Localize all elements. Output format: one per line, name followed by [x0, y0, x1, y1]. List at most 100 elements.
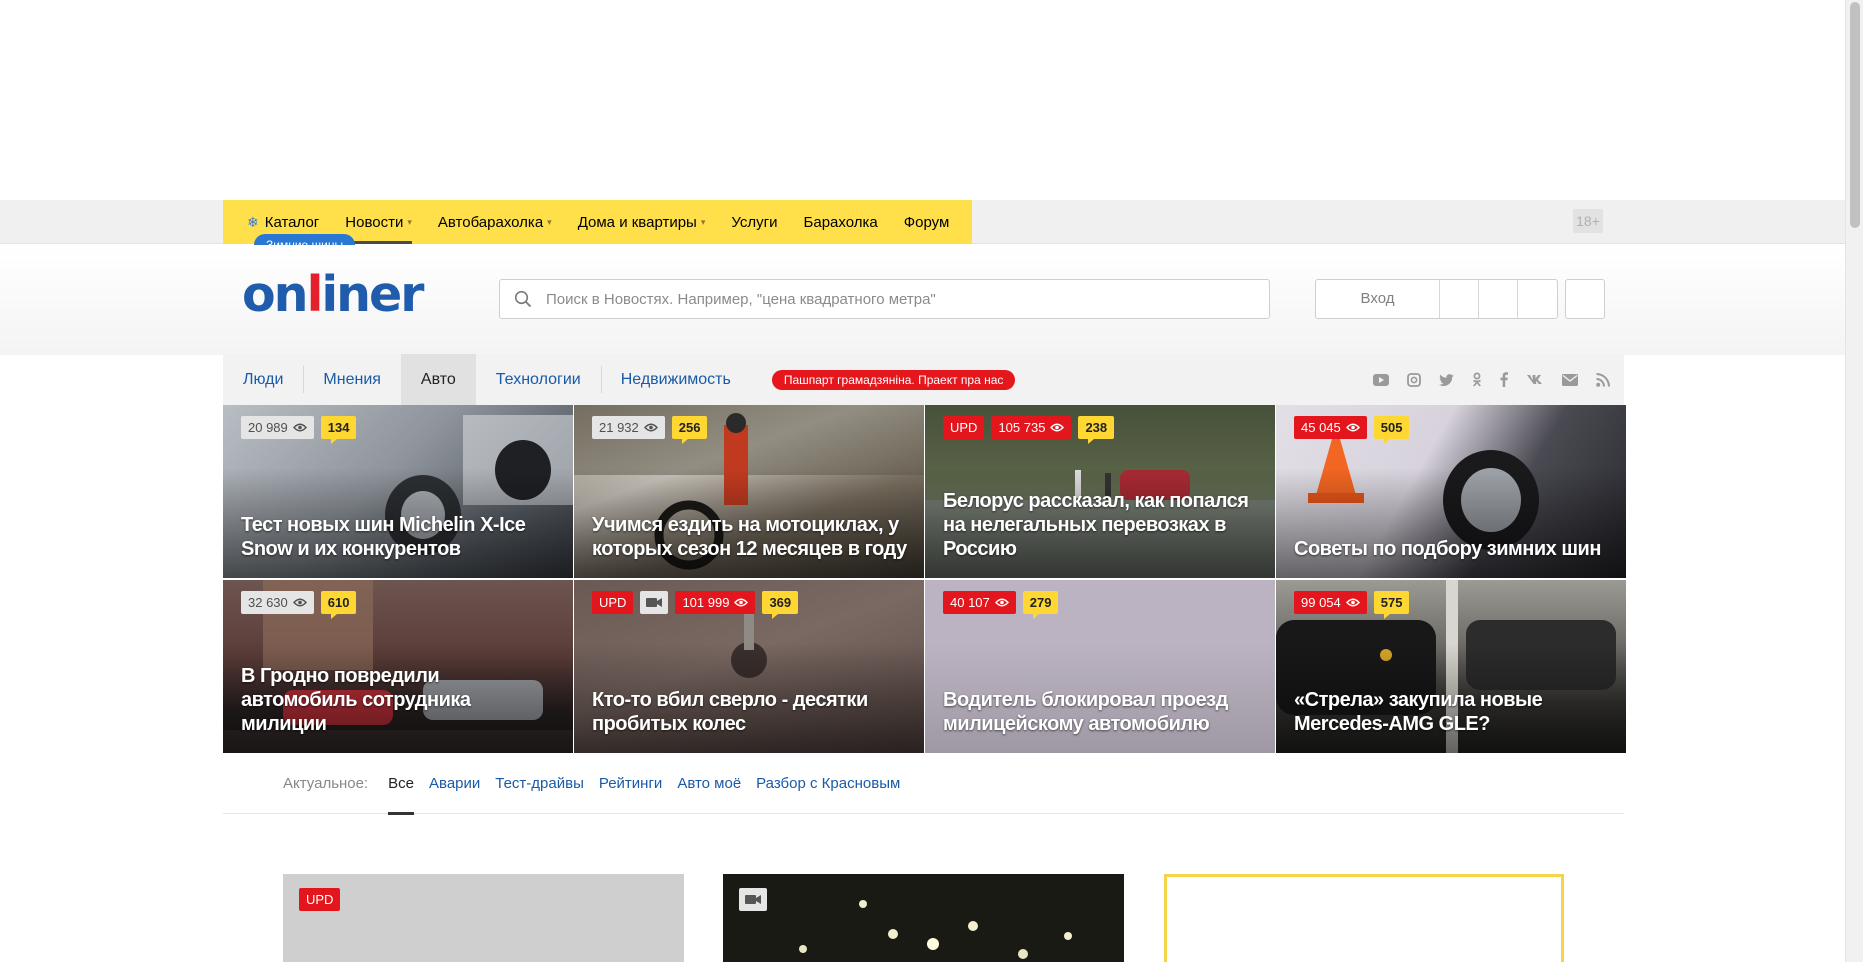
nav-item-services[interactable]: Услуги [731, 200, 777, 244]
topic-link-krasnov[interactable]: Разбор с Красновым [756, 754, 900, 814]
tile-badges: 40 107 279 [943, 591, 1065, 619]
eye-icon [292, 423, 307, 432]
page-scrollbar[interactable] [1845, 0, 1863, 962]
nav-item-autobaraholka[interactable]: Автобарахолка ▾ [438, 200, 552, 244]
instagram-icon[interactable] [1407, 372, 1421, 387]
nav-item-label: Услуги [731, 213, 778, 231]
scrollbar-thumb[interactable] [1850, 2, 1860, 228]
tab-people[interactable]: Люди [223, 354, 303, 405]
video-camera-icon [745, 895, 761, 904]
search-box[interactable] [499, 279, 1270, 319]
eye-icon [1050, 423, 1065, 432]
views-count: 40 107 [950, 595, 990, 610]
tile-shade [1276, 468, 1626, 578]
views-count: 101 999 [682, 595, 730, 610]
odnoklassniki-icon[interactable] [1472, 372, 1482, 387]
tab-tech[interactable]: Технологии [476, 354, 601, 405]
vk-icon[interactable] [1526, 374, 1544, 385]
nav-item-label: Дома и квартиры [577, 213, 697, 231]
news-tile[interactable]: 32 630 610 В Гродно повредили автомобиль… [223, 580, 573, 753]
tile-badges: 99 054 575 [1294, 591, 1416, 619]
nav-item-forum[interactable]: Форум [904, 200, 950, 244]
chevron-down-icon: ▾ [547, 216, 552, 227]
views-count: 21 932 [599, 420, 639, 435]
youtube-icon[interactable] [1373, 373, 1389, 386]
video-badge [640, 591, 669, 614]
comments-badge: 134 [320, 416, 357, 444]
topic-link-accidents[interactable]: Аварии [429, 754, 480, 814]
tab-auto[interactable]: Авто [400, 354, 476, 405]
nav-item-baraholka[interactable]: Барахолка [804, 200, 878, 244]
login-button[interactable]: Вход [1316, 280, 1440, 318]
tile-title: Тест новых шин Michelin X-Ice Snow и их … [241, 514, 526, 560]
search-icon [500, 290, 546, 308]
mail-icon[interactable] [1562, 373, 1578, 386]
tab-opinions[interactable]: Мнения [303, 354, 401, 405]
views-badge: 45 045 [1294, 416, 1367, 439]
news-tile[interactable]: 20 989 134 Тест новых шин Michelin X-Ice… [223, 405, 573, 578]
nav-item-news[interactable]: Новости ▾ [345, 200, 412, 244]
rss-icon[interactable] [1596, 372, 1610, 387]
upd-badge: UPD [943, 416, 985, 439]
upd-badge: UPD [592, 591, 634, 614]
tile-title: «Стрела» закупила новые Mercedes-AMG GLE… [1294, 689, 1543, 735]
tile-badges: 45 045 505 [1294, 416, 1416, 444]
social-links [1355, 372, 1610, 387]
views-badge: 21 932 [592, 416, 665, 439]
social-login-button[interactable] [1440, 280, 1479, 318]
comments-badge: 610 [320, 591, 357, 619]
promo-badge[interactable]: Пашпарт грамадзяніна. Праект пра нас [771, 369, 1016, 390]
news-tile[interactable]: UPD 105 735 238 Белорус рассказал, как п… [925, 405, 1275, 578]
actual-label: Актуальное: [283, 775, 369, 792]
views-badge: 99 054 [1294, 591, 1367, 614]
tile-title: Белорус рассказал, как попался на нелега… [943, 490, 1249, 560]
eye-icon [734, 598, 749, 607]
tile-badges: UPD 105 735 238 [943, 416, 1121, 444]
comments-badge: 575 [1373, 591, 1410, 619]
comments-badge: 369 [762, 591, 799, 619]
tile-title: Водитель блокировал проезд милицейскому … [943, 689, 1228, 735]
tile-title: В Гродно повредили автомобиль сотрудника… [241, 665, 471, 735]
video-camera-icon [646, 598, 663, 607]
news-tile[interactable]: 21 932 256 Учимся ездить на мотоциклах, … [574, 405, 924, 578]
news-card[interactable]: UPD [283, 874, 684, 962]
eye-icon [1345, 423, 1360, 432]
views-count: 20 989 [248, 420, 288, 435]
views-count: 99 054 [1301, 595, 1341, 610]
topic-link-test-drives[interactable]: Тест-драйвы [495, 754, 584, 814]
tile-title: Учимся ездить на мотоциклах, у которых с… [592, 514, 907, 560]
views-count: 45 045 [1301, 420, 1341, 435]
facebook-icon[interactable] [1500, 372, 1508, 387]
topic-link-ratings[interactable]: Рейтинги [599, 754, 662, 814]
tile-badges: UPD 101 999 369 [592, 591, 805, 619]
onliner-logo[interactable]: onliner [242, 266, 424, 323]
views-count: 105 735 [998, 420, 1046, 435]
topic-link-my-car[interactable]: Авто моё [677, 754, 741, 814]
featured-news-grid: 20 989 134 Тест новых шин Michelin X-Ice… [223, 405, 1626, 754]
ad-banner-area [0, 0, 1845, 200]
social-login-button[interactable] [1479, 280, 1518, 318]
search-input[interactable] [546, 290, 1269, 308]
views-badge: 101 999 [675, 591, 756, 614]
tab-realty[interactable]: Недвижимость [600, 354, 751, 405]
nav-item-realty[interactable]: Дома и квартиры ▾ [578, 200, 706, 244]
ad-card[interactable] [1164, 874, 1564, 962]
tile-badges: 21 932 256 [592, 416, 714, 444]
snowflake-icon: ❄ [247, 213, 259, 230]
news-tile[interactable]: 40 107 279 Водитель блокировал проезд ми… [925, 580, 1275, 753]
views-badge: 32 630 [241, 591, 314, 614]
news-tile[interactable]: 45 045 505 Советы по подбору зимних шин [1276, 405, 1626, 578]
twitter-icon[interactable] [1439, 373, 1454, 386]
news-card[interactable] [723, 874, 1124, 962]
age-rating-badge: 18+ [1573, 209, 1603, 233]
views-badge: 20 989 [241, 416, 314, 439]
news-tile[interactable]: UPD 101 999 369 Кто-то вбил сверло - дес… [574, 580, 924, 753]
nav-catalog-label: Каталог [264, 213, 320, 231]
news-tile[interactable]: 99 054 575 «Стрела» закупила новые Merce… [1276, 580, 1626, 753]
topic-link-all[interactable]: Все [388, 754, 414, 815]
comments-badge: 505 [1373, 416, 1410, 444]
cart-button[interactable] [1565, 279, 1605, 319]
views-badge: 40 107 [943, 591, 1016, 614]
tile-title: Кто-то вбил сверло - десятки пробитых ко… [592, 689, 868, 735]
social-login-button[interactable] [1518, 280, 1557, 318]
